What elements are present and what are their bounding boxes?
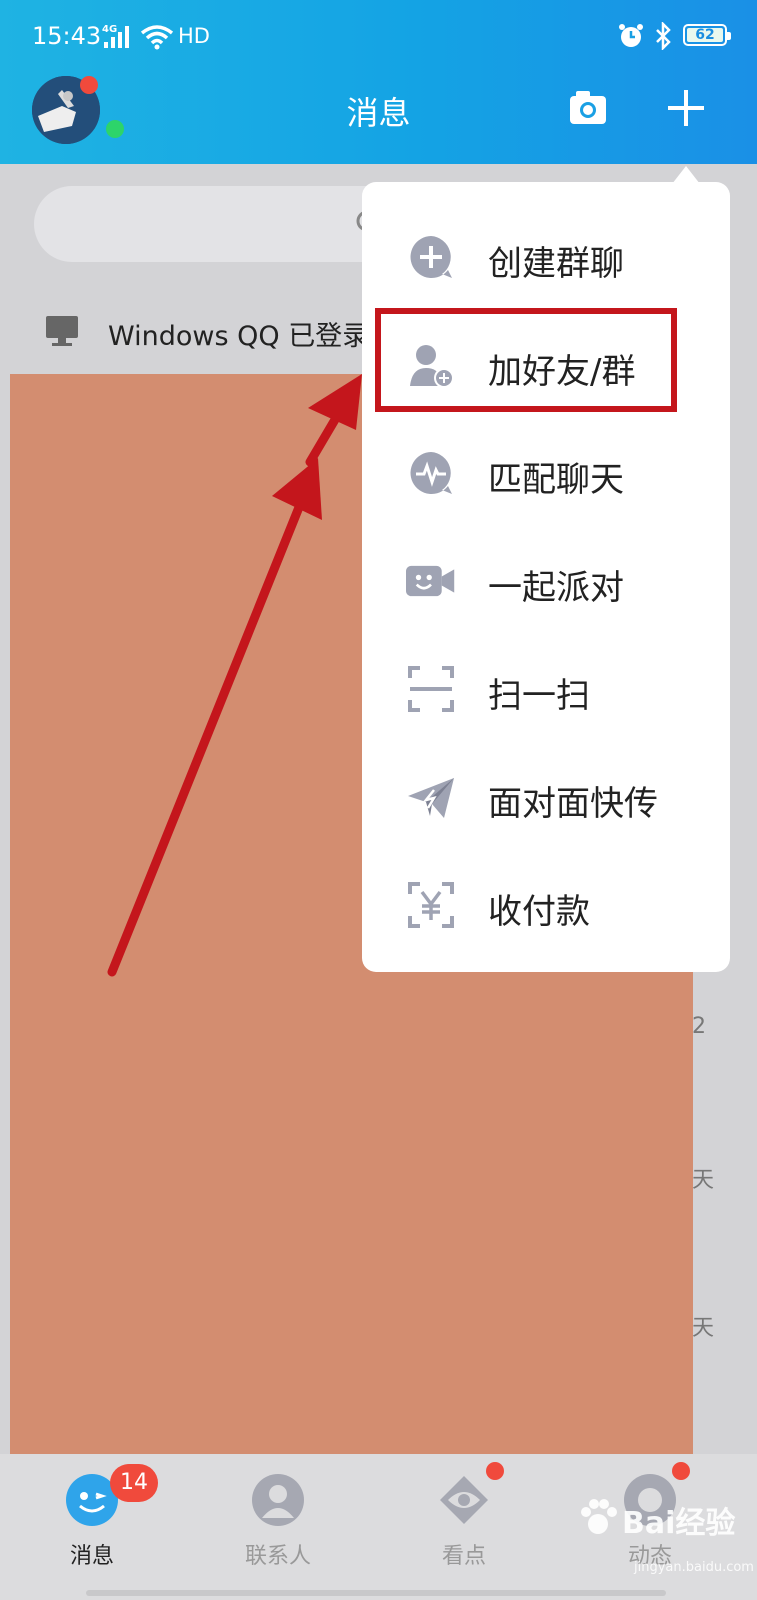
match-chat-icon: [410, 452, 452, 494]
menu-item-party[interactable]: 一起派对: [362, 536, 730, 622]
plus-icon: [668, 90, 704, 126]
menu-label: 收付款: [488, 892, 590, 932]
right-status: 62: [617, 20, 731, 50]
highlight-box: [375, 308, 677, 412]
menu-item-match-chat[interactable]: 匹配聊天: [362, 428, 730, 514]
list-time-2: 天: [692, 1168, 715, 1193]
menu-label: 扫一扫: [488, 676, 590, 716]
paw-logo-icon: [581, 1499, 617, 1534]
battery-indicator: 62: [683, 24, 731, 46]
menu-label: 匹配聊天: [488, 460, 624, 500]
hd-indicator: HD: [178, 24, 210, 48]
nav-label: 看点: [441, 1544, 486, 1569]
nav-label: 消息: [69, 1544, 114, 1569]
status-bar: 15:43 4G HD 62: [0, 0, 757, 76]
menu-item-create-group[interactable]: 创建群聊: [362, 212, 730, 298]
menu-label: 创建群聊: [488, 244, 624, 284]
signal-icon: [104, 26, 129, 48]
wifi-icon: [140, 25, 174, 50]
status-time: 15:43: [32, 22, 102, 50]
camera-button[interactable]: [566, 86, 610, 130]
menu-item-scan[interactable]: 扫一扫: [362, 644, 730, 730]
list-time-1: 2: [692, 1014, 706, 1039]
signal-group: 4G HD: [102, 22, 252, 52]
paper-plane-icon: [408, 778, 454, 818]
feeds-notification-dot: [672, 1462, 690, 1480]
list-time-3: 天: [692, 1316, 715, 1341]
bluetooth-icon: [656, 22, 671, 50]
nav-label: 联系人: [244, 1544, 311, 1569]
contacts-tab-icon: [252, 1474, 304, 1526]
messages-badge: 14: [110, 1464, 158, 1502]
plus-bubble-icon: [410, 236, 452, 278]
menu-label: 一起派对: [488, 568, 624, 608]
camera-icon: [570, 91, 606, 124]
payment-icon: [408, 882, 454, 928]
menu-label: 面对面快传: [488, 784, 658, 824]
eye-tab-icon: [440, 1476, 488, 1524]
watermark-text: Bai经验: [622, 1506, 736, 1541]
menu-item-face-transfer[interactable]: 面对面快传: [362, 752, 730, 838]
scan-icon: [408, 666, 454, 712]
home-indicator: [86, 1590, 666, 1596]
add-button[interactable]: [664, 86, 708, 130]
battery-level: 62: [695, 27, 715, 43]
baidu-watermark: Bai经验 jingyan.baidu.com: [576, 1488, 754, 1588]
add-menu-popup: 创建群聊 加好友/群 匹配聊天 一起派对 扫一扫 面对面快传 收付款: [362, 182, 730, 972]
nav-tab-watch[interactable]: 看点: [404, 1454, 524, 1600]
pc-login-text: Windows QQ 已登录: [108, 321, 370, 352]
monitor-icon: [46, 316, 78, 346]
menu-item-payment[interactable]: 收付款: [362, 860, 730, 946]
alarm-icon: [619, 24, 643, 47]
watch-notification-dot: [486, 1462, 504, 1480]
battery-nub: [727, 32, 731, 40]
party-camera-icon: [406, 565, 455, 597]
watermark-url: jingyan.baidu.com: [634, 1560, 754, 1575]
nav-tab-contacts[interactable]: 联系人: [218, 1454, 338, 1600]
page-title: 消息: [346, 94, 411, 132]
app-header: 15:43 4G HD 62 消息: [0, 0, 757, 164]
